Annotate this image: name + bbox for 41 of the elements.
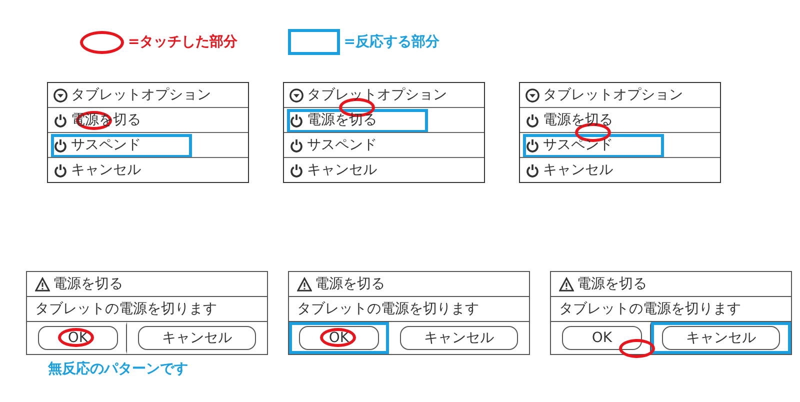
dialog-message: タブレットの電源を切ります — [27, 297, 267, 322]
chevron-down-icon — [289, 88, 304, 102]
legend-label: =反応する部分 — [344, 33, 440, 51]
power-icon — [53, 138, 68, 152]
cancel-button[interactable]: キャンセル — [662, 326, 780, 350]
dialog-message: タブレットの電源を切ります — [289, 297, 529, 322]
warning-icon — [35, 276, 50, 292]
power-icon — [289, 138, 304, 152]
dialog-title: 電源を切る — [53, 275, 123, 293]
menu-item[interactable]: キャンセル — [307, 161, 377, 179]
menu-item[interactable]: キャンセル — [71, 161, 141, 179]
chevron-down-icon — [525, 88, 540, 102]
highlight-frame — [288, 29, 340, 55]
menu-item[interactable]: サスペンド — [307, 136, 377, 154]
dialog-title: 電源を切る — [315, 275, 385, 293]
menu-item[interactable]: サスペンド — [543, 136, 613, 154]
menu-item[interactable]: タブレットオプション — [543, 86, 683, 104]
cancel-button[interactable]: キャンセル — [400, 326, 518, 350]
menu-item[interactable]: タブレットオプション — [71, 86, 211, 104]
menu-item[interactable]: 電源を切る — [307, 111, 377, 129]
dialog-title: 電源を切る — [577, 275, 647, 293]
cancel-button[interactable]: キャンセル — [138, 326, 256, 350]
power-icon — [53, 162, 68, 178]
ok-button[interactable]: OK — [562, 326, 642, 350]
warning-icon — [559, 276, 574, 292]
power-icon — [525, 112, 540, 128]
power-icon — [53, 112, 68, 128]
dialog-message: タブレットの電源を切ります — [551, 297, 791, 322]
power-icon — [289, 112, 304, 128]
note-text: 無反応のパターンです — [47, 360, 189, 378]
menu-item[interactable]: キャンセル — [543, 161, 613, 179]
legend-label: =タッチした部分 — [128, 33, 238, 51]
power-icon — [289, 162, 304, 178]
ok-button[interactable]: OK — [38, 326, 118, 350]
chevron-down-icon — [53, 88, 68, 102]
power-icon — [525, 138, 540, 152]
power-icon — [525, 162, 540, 178]
warning-icon — [297, 276, 312, 292]
menu-item[interactable]: サスペンド — [71, 136, 141, 154]
touch-mark — [80, 30, 124, 54]
ok-button[interactable]: OK — [299, 326, 379, 350]
